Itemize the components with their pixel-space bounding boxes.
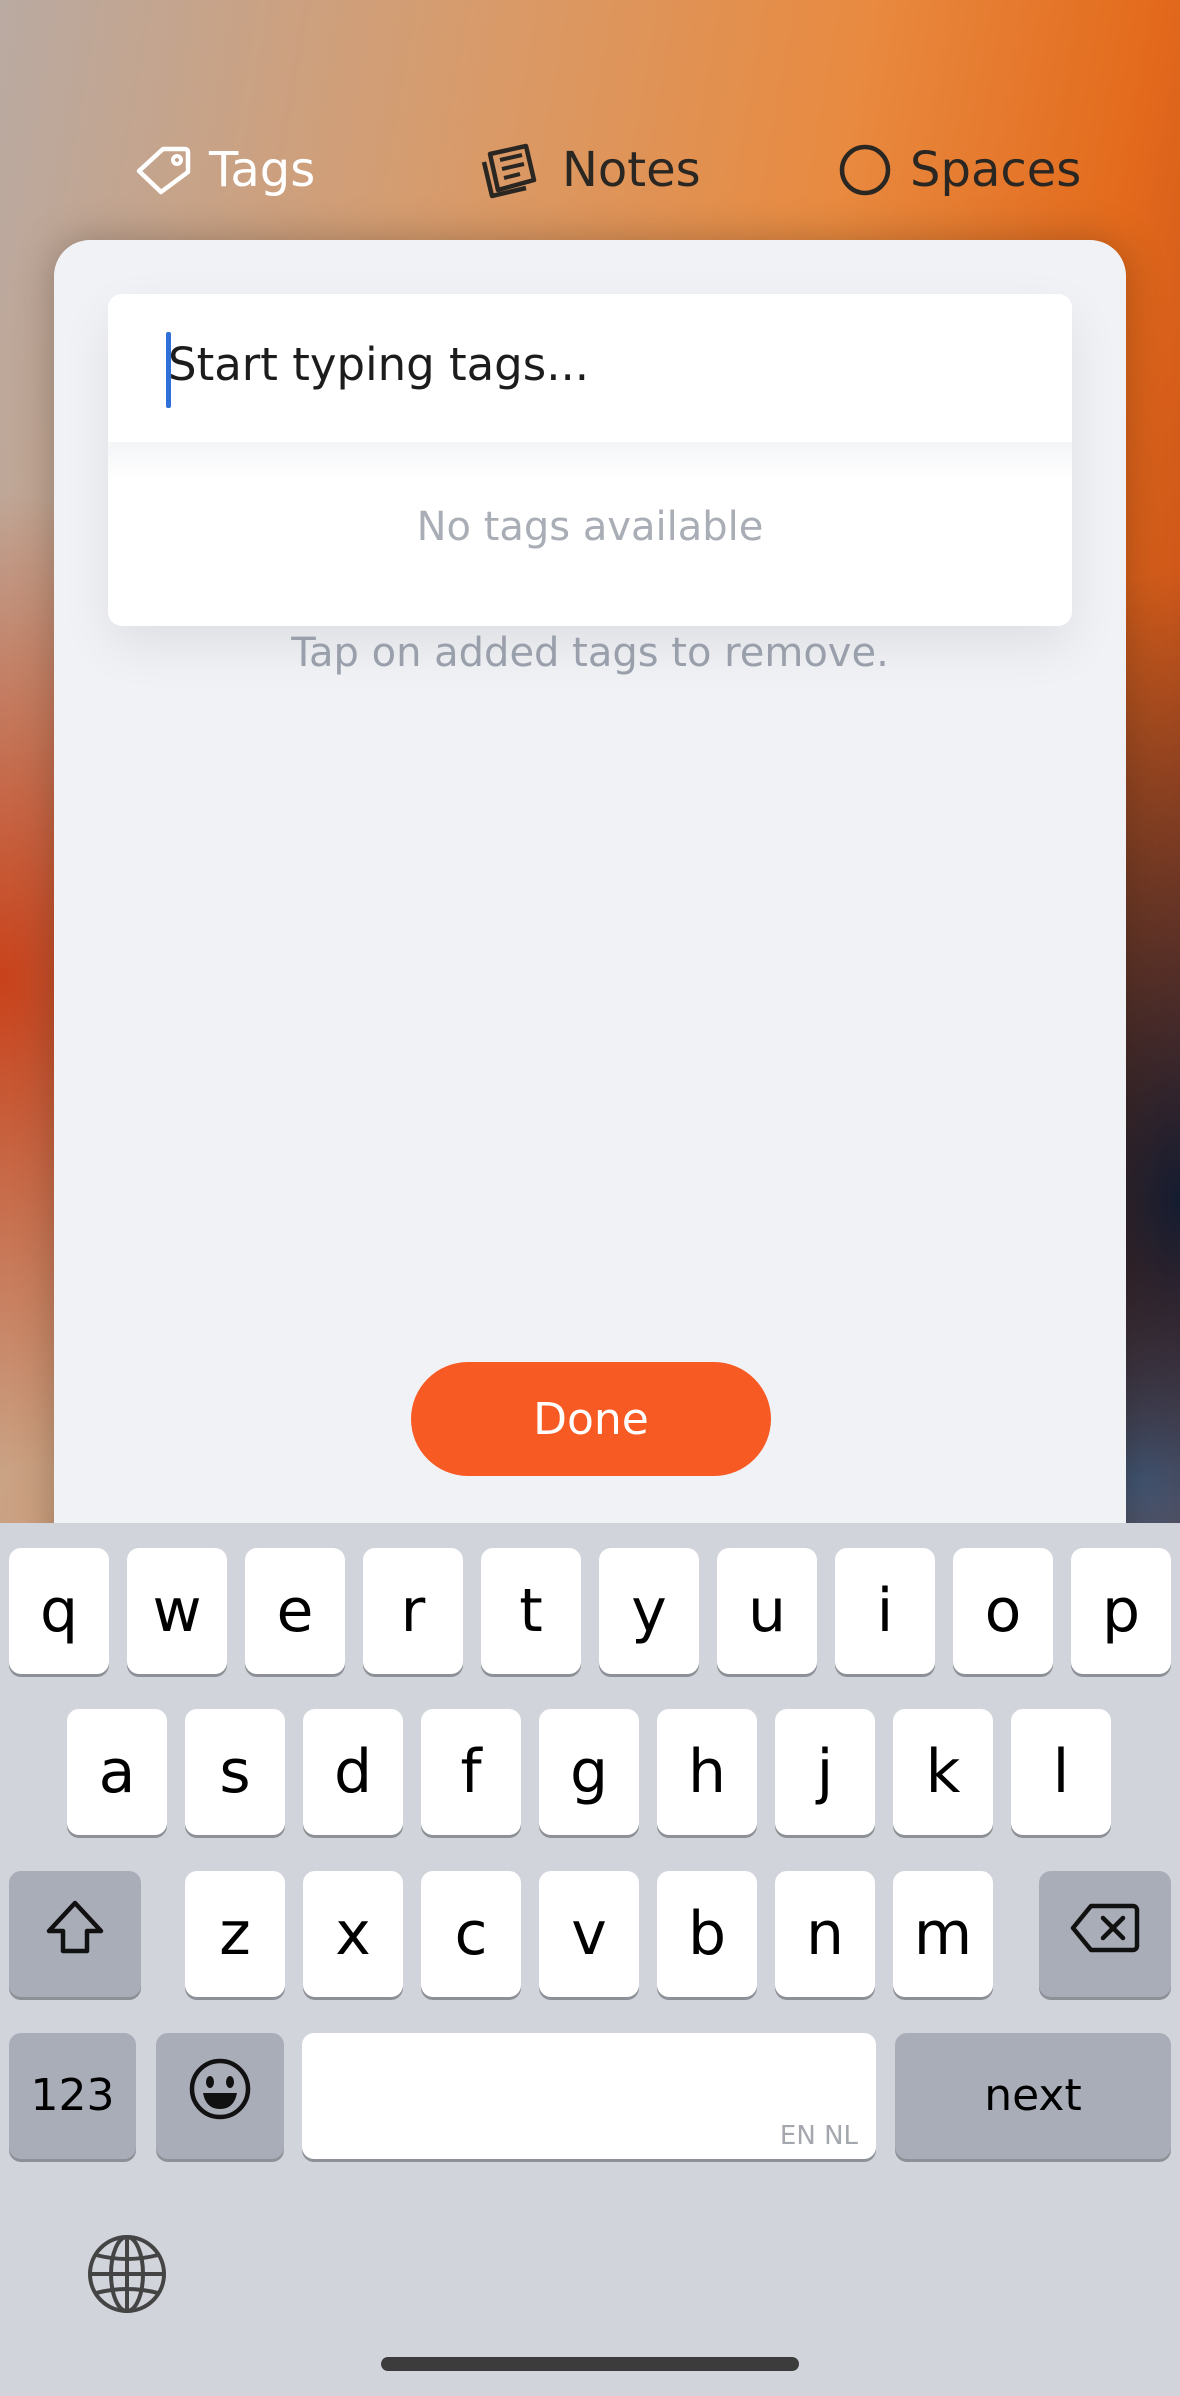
key-a[interactable]: a bbox=[67, 1709, 167, 1835]
key-label: x bbox=[335, 1899, 371, 1969]
key-label: t bbox=[519, 1576, 543, 1646]
key-label: c bbox=[454, 1899, 488, 1969]
key-label: s bbox=[219, 1737, 251, 1807]
key-j[interactable]: j bbox=[775, 1709, 875, 1835]
tab-spaces-label: Spaces bbox=[910, 142, 1082, 198]
key-label: j bbox=[816, 1737, 834, 1807]
key-c[interactable]: c bbox=[421, 1871, 521, 1997]
key-z[interactable]: z bbox=[185, 1871, 285, 1997]
key-label: r bbox=[400, 1576, 426, 1646]
key-label: v bbox=[571, 1899, 607, 1969]
emoji-icon bbox=[188, 2057, 252, 2136]
remove-tags-hint: Tap on added tags to remove. bbox=[291, 630, 889, 676]
key-label: o bbox=[984, 1576, 1022, 1646]
key-m[interactable]: m bbox=[893, 1871, 993, 1997]
key-s[interactable]: s bbox=[185, 1709, 285, 1835]
empty-tags-message: No tags available bbox=[416, 504, 764, 550]
key-u[interactable]: u bbox=[717, 1548, 817, 1674]
key-n[interactable]: n bbox=[775, 1871, 875, 1997]
space-language-label: EN NL bbox=[779, 2121, 858, 2151]
key-label: i bbox=[876, 1576, 894, 1646]
key-label: m bbox=[913, 1899, 973, 1969]
shift-icon bbox=[43, 1897, 107, 1972]
key-label: b bbox=[687, 1899, 727, 1969]
shift-key[interactable] bbox=[9, 1871, 141, 1997]
on-screen-keyboard: q w e r t y u i o p a s d f g h j k l z … bbox=[0, 1523, 1180, 2396]
top-tab-bar: Tags Notes Spaces bbox=[0, 130, 1180, 210]
notes-icon bbox=[480, 140, 544, 200]
key-label: n bbox=[805, 1899, 845, 1969]
key-p[interactable]: p bbox=[1071, 1548, 1171, 1674]
numbers-key[interactable]: 123 bbox=[9, 2033, 136, 2159]
emoji-key[interactable] bbox=[156, 2033, 284, 2159]
circle-icon bbox=[838, 143, 892, 197]
key-q[interactable]: q bbox=[9, 1548, 109, 1674]
key-label: u bbox=[747, 1576, 787, 1646]
key-label: d bbox=[333, 1737, 373, 1807]
key-label: w bbox=[152, 1576, 202, 1646]
key-label: a bbox=[98, 1737, 136, 1807]
space-bar[interactable]: EN NL bbox=[302, 2033, 876, 2159]
backspace-key[interactable] bbox=[1039, 1871, 1171, 1997]
key-e[interactable]: e bbox=[245, 1548, 345, 1674]
key-r[interactable]: r bbox=[363, 1548, 463, 1674]
next-key[interactable]: next bbox=[895, 2033, 1171, 2159]
tab-tags[interactable]: Tags bbox=[133, 130, 315, 210]
key-label: h bbox=[687, 1737, 727, 1807]
tab-notes[interactable]: Notes bbox=[480, 130, 701, 210]
key-b[interactable]: b bbox=[657, 1871, 757, 1997]
key-l[interactable]: l bbox=[1011, 1709, 1111, 1835]
key-y[interactable]: y bbox=[599, 1548, 699, 1674]
tag-icon bbox=[133, 145, 191, 195]
key-o[interactable]: o bbox=[953, 1548, 1053, 1674]
key-w[interactable]: w bbox=[127, 1548, 227, 1674]
tag-card: Start typing tags... No tags available bbox=[108, 294, 1072, 626]
key-label: y bbox=[631, 1576, 667, 1646]
tag-input-field[interactable]: Start typing tags... bbox=[108, 294, 1072, 442]
input-divider bbox=[108, 442, 1072, 482]
done-button[interactable]: Done bbox=[411, 1362, 771, 1476]
tab-spaces[interactable]: Spaces bbox=[838, 130, 1081, 210]
home-indicator bbox=[381, 2357, 799, 2371]
key-f[interactable]: f bbox=[421, 1709, 521, 1835]
key-label: q bbox=[39, 1576, 79, 1646]
backspace-icon bbox=[1069, 1899, 1141, 1969]
key-k[interactable]: k bbox=[893, 1709, 993, 1835]
key-label: f bbox=[460, 1737, 482, 1807]
tab-tags-label: Tags bbox=[209, 142, 316, 198]
key-label: g bbox=[569, 1737, 609, 1807]
key-h[interactable]: h bbox=[657, 1709, 757, 1835]
key-d[interactable]: d bbox=[303, 1709, 403, 1835]
key-label: k bbox=[925, 1737, 961, 1807]
key-t[interactable]: t bbox=[481, 1548, 581, 1674]
key-label: p bbox=[1101, 1576, 1141, 1646]
tag-picker-sheet: Start typing tags... No tags available T… bbox=[54, 240, 1126, 1580]
tag-input-placeholder: Start typing tags... bbox=[168, 338, 590, 391]
key-g[interactable]: g bbox=[539, 1709, 639, 1835]
key-label: 123 bbox=[30, 2070, 115, 2121]
tab-notes-label: Notes bbox=[562, 142, 701, 198]
key-x[interactable]: x bbox=[303, 1871, 403, 1997]
globe-icon[interactable] bbox=[86, 2233, 168, 2319]
key-label: next bbox=[984, 2070, 1082, 2121]
key-i[interactable]: i bbox=[835, 1548, 935, 1674]
key-label: z bbox=[219, 1899, 251, 1969]
key-v[interactable]: v bbox=[539, 1871, 639, 1997]
key-label: l bbox=[1052, 1737, 1070, 1807]
key-label: e bbox=[276, 1576, 314, 1646]
